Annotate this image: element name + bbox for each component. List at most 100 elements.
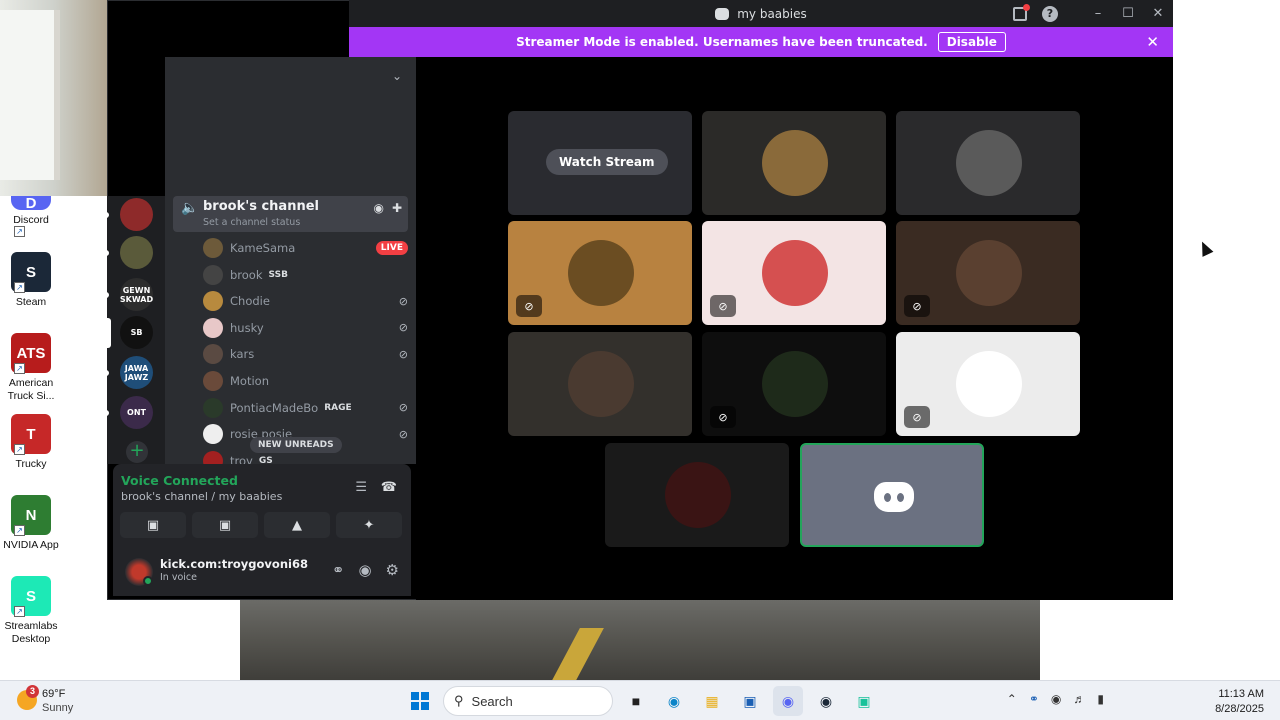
server-icon <box>715 7 730 20</box>
shortcut-arrow-icon: ↗ <box>14 226 25 237</box>
participant-tile[interactable] <box>702 111 886 215</box>
live-badge[interactable]: LIVE <box>375 241 408 255</box>
streamlabs-taskbar-icon[interactable]: ▣ <box>849 686 879 716</box>
muted-mic-icon: ⊘ <box>398 427 408 441</box>
username[interactable]: kick.com:troygovoni68 <box>160 557 308 571</box>
activity-button[interactable]: ▲ <box>264 512 330 538</box>
avatar <box>762 240 828 306</box>
server-icon[interactable]: GEWN SKWAD <box>120 278 153 311</box>
desktop-shortcut[interactable]: S ↗ Streamlabs Desktop <box>2 576 60 646</box>
channel-status[interactable]: Set a channel status <box>203 217 300 228</box>
add-server-icon[interactable]: + <box>126 441 148 463</box>
desktop-shortcut[interactable]: S ↗ Steam <box>2 252 60 309</box>
participant-tile[interactable] <box>508 332 692 436</box>
server-icon[interactable]: JAWA JAWZ <box>120 356 153 389</box>
avatar <box>568 351 634 417</box>
microphone-tray-icon[interactable]: ⚭ <box>1029 692 1039 706</box>
settings-gear-icon[interactable]: ⚙ <box>386 561 399 579</box>
online-status-dot <box>143 576 153 586</box>
wifi-icon[interactable]: ◉ <box>1051 692 1061 706</box>
self-tile[interactable] <box>800 443 984 547</box>
steam-taskbar-icon[interactable]: ◉ <box>811 686 841 716</box>
file-explorer-icon[interactable]: ▦ <box>697 686 727 716</box>
shortcut-label: Discord <box>13 214 49 226</box>
windows-icon <box>411 692 429 710</box>
participant-tile[interactable]: ⊘ <box>896 332 1080 436</box>
start-button[interactable] <box>405 686 435 716</box>
help-button[interactable]: ? <box>1035 0 1065 27</box>
disable-button[interactable]: Disable <box>937 32 1006 52</box>
edge-browser-icon[interactable]: ◉ <box>659 686 689 716</box>
unread-indicator <box>105 212 109 218</box>
discord-taskbar-icon[interactable]: ◉ <box>773 686 803 716</box>
avatar <box>203 264 223 285</box>
speaker-icon: 🔈 <box>181 200 199 216</box>
share-screen-button[interactable]: ▣ <box>192 512 258 538</box>
voice-user[interactable]: Chodie ⊘ <box>203 290 408 312</box>
muted-mic-icon: ⊘ <box>398 294 408 308</box>
streamer-mode-banner: Streamer Mode is enabled. Usernames have… <box>349 27 1173 57</box>
voice-user[interactable]: husky ⊘ <box>203 317 408 339</box>
close-banner-icon[interactable]: ✕ <box>1146 33 1159 51</box>
disconnect-icon[interactable]: ☎ <box>381 480 397 495</box>
headphones-icon[interactable]: ◉ <box>358 561 371 579</box>
voice-user-name: kars <box>230 347 255 362</box>
clock-date: 8/28/2025 <box>1215 703 1264 715</box>
participant-tile[interactable]: ⊘ <box>702 332 886 436</box>
stream-tile[interactable]: Watch Stream <box>508 111 692 215</box>
minimize-button[interactable]: – <box>1083 0 1113 27</box>
unread-indicator <box>105 250 109 256</box>
maximize-button[interactable]: ☐ <box>1113 0 1143 27</box>
close-button[interactable]: ✕ <box>1143 0 1173 27</box>
chat-icon[interactable]: ◉ <box>373 201 383 215</box>
server-icon[interactable] <box>120 236 153 269</box>
voice-user[interactable]: Motion <box>203 370 408 392</box>
noise-suppression-icon[interactable]: ☰ <box>355 480 367 495</box>
voice-user[interactable]: kars ⊘ <box>203 343 408 365</box>
participant-tile[interactable] <box>896 111 1080 215</box>
server-icon[interactable] <box>120 198 153 231</box>
avatar <box>762 351 828 417</box>
participant-tile[interactable]: ⊘ <box>508 221 692 325</box>
weather-temperature[interactable]: 69°F <box>42 688 65 700</box>
microphone-icon[interactable]: ⚭ <box>332 561 345 579</box>
desktop-shortcut[interactable]: T ↗ Trucky <box>2 414 60 471</box>
voice-user[interactable]: PontiacMadeBo RAGE ⊘ <box>203 397 408 419</box>
desktop-shortcut[interactable]: ATS ↗ American Truck Si... <box>2 333 60 403</box>
volume-icon[interactable]: ♬ <box>1073 692 1085 706</box>
watch-stream-button[interactable]: Watch Stream <box>546 149 668 175</box>
chevron-down-icon[interactable]: ⌄ <box>392 69 402 83</box>
invite-icon[interactable]: ✚ <box>392 201 402 215</box>
task-view-icon[interactable]: ■ <box>621 686 651 716</box>
server-icon[interactable]: ONT <box>120 396 153 429</box>
desktop-shortcut[interactable]: N ↗ NVIDIA App <box>2 495 60 552</box>
voice-user[interactable]: brook SSB <box>203 264 408 286</box>
voice-user-name: KameSama <box>230 241 296 255</box>
unread-indicator <box>105 370 109 376</box>
voice-connected-label[interactable]: Voice Connected <box>121 473 238 488</box>
weather-condition[interactable]: Sunny <box>42 702 73 714</box>
voice-user-name: PontiacMadeBo <box>230 400 319 415</box>
inbox-button[interactable] <box>1005 0 1035 27</box>
participant-tile[interactable]: ⊘ <box>702 221 886 325</box>
voice-user-name: brook <box>230 267 263 282</box>
voice-user[interactable]: KameSama LIVE <box>203 237 408 259</box>
avatar <box>956 351 1022 417</box>
camera-off-button[interactable]: ▣ <box>120 512 186 538</box>
new-unreads-pill[interactable]: NEW UNREADS <box>250 437 342 453</box>
system-clock[interactable]: 11:13 AM 8/28/2025 <box>1215 687 1264 717</box>
desktop-shortcut[interactable]: D ↗ Discord <box>2 196 60 237</box>
taskbar-search[interactable]: ⚲ Search <box>443 686 613 716</box>
battery-icon[interactable]: ▮ <box>1097 692 1104 706</box>
voice-channel-item[interactable]: 🔈 brook's channel Set a channel status ◉… <box>173 196 408 232</box>
chevron-up-icon[interactable]: ⌃ <box>1007 692 1017 706</box>
participant-tile[interactable]: ⊘ <box>896 221 1080 325</box>
store-icon[interactable]: ▣ <box>735 686 765 716</box>
server-icon[interactable]: SB <box>120 316 153 349</box>
soundboard-button[interactable]: ✦ <box>336 512 402 538</box>
user-tag: SSB <box>268 269 288 280</box>
inbox-icon <box>1013 3 1030 21</box>
participant-tile[interactable] <box>605 443 789 547</box>
road-marking <box>550 628 604 680</box>
shortcut-arrow-icon: ↗ <box>14 444 25 455</box>
